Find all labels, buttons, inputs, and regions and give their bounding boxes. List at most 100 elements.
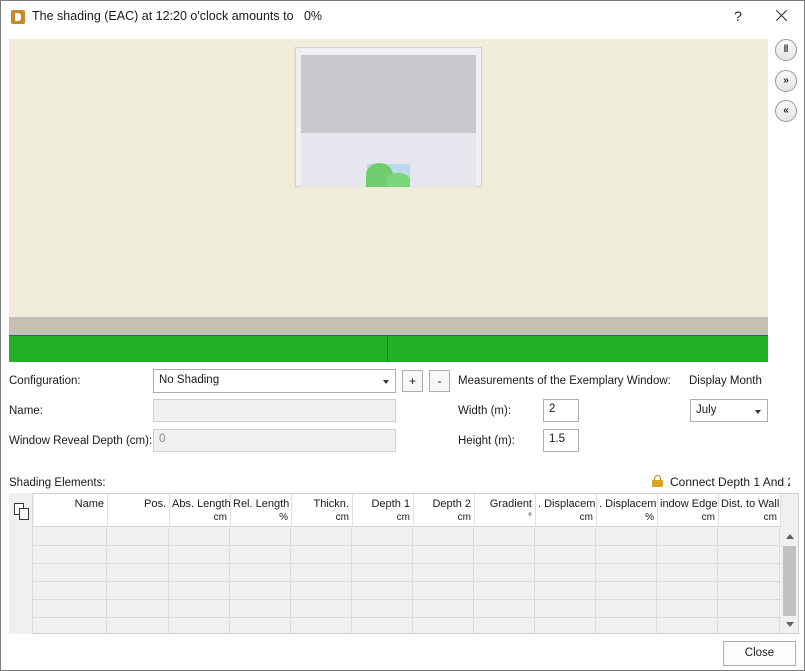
rewind-button[interactable]: «: [775, 100, 797, 122]
table-cell[interactable]: [535, 600, 596, 618]
column-header[interactable]: Name: [34, 494, 108, 527]
table-cell[interactable]: [291, 600, 352, 618]
column-header[interactable]: Depth 2 cm: [414, 494, 475, 527]
table-cell[interactable]: [169, 546, 230, 564]
column-header[interactable]: . Displacem.%: [597, 494, 658, 527]
column-header[interactable]: . Displacem. cm: [536, 494, 597, 527]
column-header[interactable]: Gradient °: [475, 494, 536, 527]
name-field[interactable]: [153, 399, 396, 422]
configuration-select[interactable]: No Shading: [153, 369, 396, 393]
remove-configuration-button[interactable]: -: [429, 370, 450, 392]
table-row[interactable]: [33, 582, 781, 600]
table-cell[interactable]: [107, 600, 169, 618]
table-cell[interactable]: [291, 546, 352, 564]
add-configuration-button[interactable]: +: [402, 370, 423, 392]
table-cell[interactable]: [352, 618, 413, 633]
table-cell[interactable]: [413, 528, 474, 546]
table-cell[interactable]: [107, 564, 169, 582]
table-cell[interactable]: [291, 528, 352, 546]
close-icon[interactable]: [771, 5, 793, 27]
table-row[interactable]: [33, 528, 781, 546]
table-cell[interactable]: [230, 528, 291, 546]
width-field[interactable]: 2: [543, 399, 579, 422]
table-cell[interactable]: [107, 546, 169, 564]
table-row[interactable]: [33, 564, 781, 582]
table-cell[interactable]: [169, 564, 230, 582]
table-cell[interactable]: [291, 582, 352, 600]
table-cell[interactable]: [718, 618, 780, 633]
vertical-scrollbar[interactable]: [781, 528, 798, 633]
table-cell[interactable]: [33, 546, 107, 564]
table-cell[interactable]: [474, 564, 535, 582]
display-month-select[interactable]: July: [690, 399, 768, 422]
timeline-marker[interactable]: [387, 335, 388, 362]
table-cell[interactable]: [718, 582, 780, 600]
table-cell[interactable]: [33, 618, 107, 633]
table-cell[interactable]: [169, 528, 230, 546]
table-cell[interactable]: [230, 546, 291, 564]
table-cell[interactable]: [107, 528, 169, 546]
table-cell[interactable]: [657, 528, 718, 546]
table-cell[interactable]: [535, 564, 596, 582]
table-cell[interactable]: [33, 582, 107, 600]
column-header[interactable]: indow Edge cm: [658, 494, 719, 527]
table-cell[interactable]: [352, 582, 413, 600]
table-cell[interactable]: [596, 582, 657, 600]
table-cell[interactable]: [718, 528, 780, 546]
table-cell[interactable]: [657, 564, 718, 582]
table-cell[interactable]: [291, 564, 352, 582]
column-header[interactable]: Dist. to Wall cm: [719, 494, 781, 527]
table-row[interactable]: [33, 600, 781, 618]
table-cell[interactable]: [413, 564, 474, 582]
column-header[interactable]: Rel. Length%: [231, 494, 292, 527]
table-cell[interactable]: [352, 546, 413, 564]
height-field[interactable]: 1.5: [543, 429, 579, 452]
scrollbar-thumb[interactable]: [783, 546, 796, 616]
fast-forward-button[interactable]: »: [775, 70, 797, 92]
table-cell[interactable]: [474, 600, 535, 618]
table-cell[interactable]: [718, 546, 780, 564]
table-cell[interactable]: [596, 528, 657, 546]
copy-icon[interactable]: [14, 503, 30, 520]
table-cell[interactable]: [413, 618, 474, 633]
table-cell[interactable]: [535, 582, 596, 600]
table-cell[interactable]: [33, 528, 107, 546]
column-header[interactable]: Abs. Length cm: [170, 494, 231, 527]
reveal-depth-field[interactable]: 0: [153, 429, 396, 452]
table-cell[interactable]: [169, 600, 230, 618]
table-cell[interactable]: [535, 528, 596, 546]
table-cell[interactable]: [169, 582, 230, 600]
table-cell[interactable]: [535, 546, 596, 564]
help-button[interactable]: ?: [727, 5, 749, 27]
table-cell[interactable]: [474, 528, 535, 546]
table-cell[interactable]: [474, 546, 535, 564]
table-cell[interactable]: [352, 528, 413, 546]
table-cell[interactable]: [169, 618, 230, 633]
column-header[interactable]: Thickn. cm: [292, 494, 353, 527]
table-cell[interactable]: [33, 564, 107, 582]
table-row[interactable]: [33, 618, 781, 633]
scroll-up-icon[interactable]: [786, 534, 794, 539]
table-cell[interactable]: [596, 546, 657, 564]
table-cell[interactable]: [230, 564, 291, 582]
table-cell[interactable]: [230, 618, 291, 633]
table-cell[interactable]: [230, 600, 291, 618]
table-cell[interactable]: [535, 618, 596, 633]
table-cell[interactable]: [718, 600, 780, 618]
column-header[interactable]: Pos.: [108, 494, 170, 527]
table-row[interactable]: [33, 546, 781, 564]
table-cell[interactable]: [413, 546, 474, 564]
table-cell[interactable]: [657, 618, 718, 633]
table-cell[interactable]: [352, 564, 413, 582]
scroll-down-icon[interactable]: [786, 622, 794, 627]
table-cell[interactable]: [596, 618, 657, 633]
table-cell[interactable]: [107, 582, 169, 600]
table-cell[interactable]: [107, 618, 169, 633]
table-cell[interactable]: [230, 582, 291, 600]
table-cell[interactable]: [718, 564, 780, 582]
connect-depth-toggle[interactable]: Connect Depth 1 And 2: [670, 475, 790, 489]
table-cell[interactable]: [474, 582, 535, 600]
table-cell[interactable]: [474, 618, 535, 633]
table-cell[interactable]: [291, 618, 352, 633]
table-cell[interactable]: [596, 600, 657, 618]
